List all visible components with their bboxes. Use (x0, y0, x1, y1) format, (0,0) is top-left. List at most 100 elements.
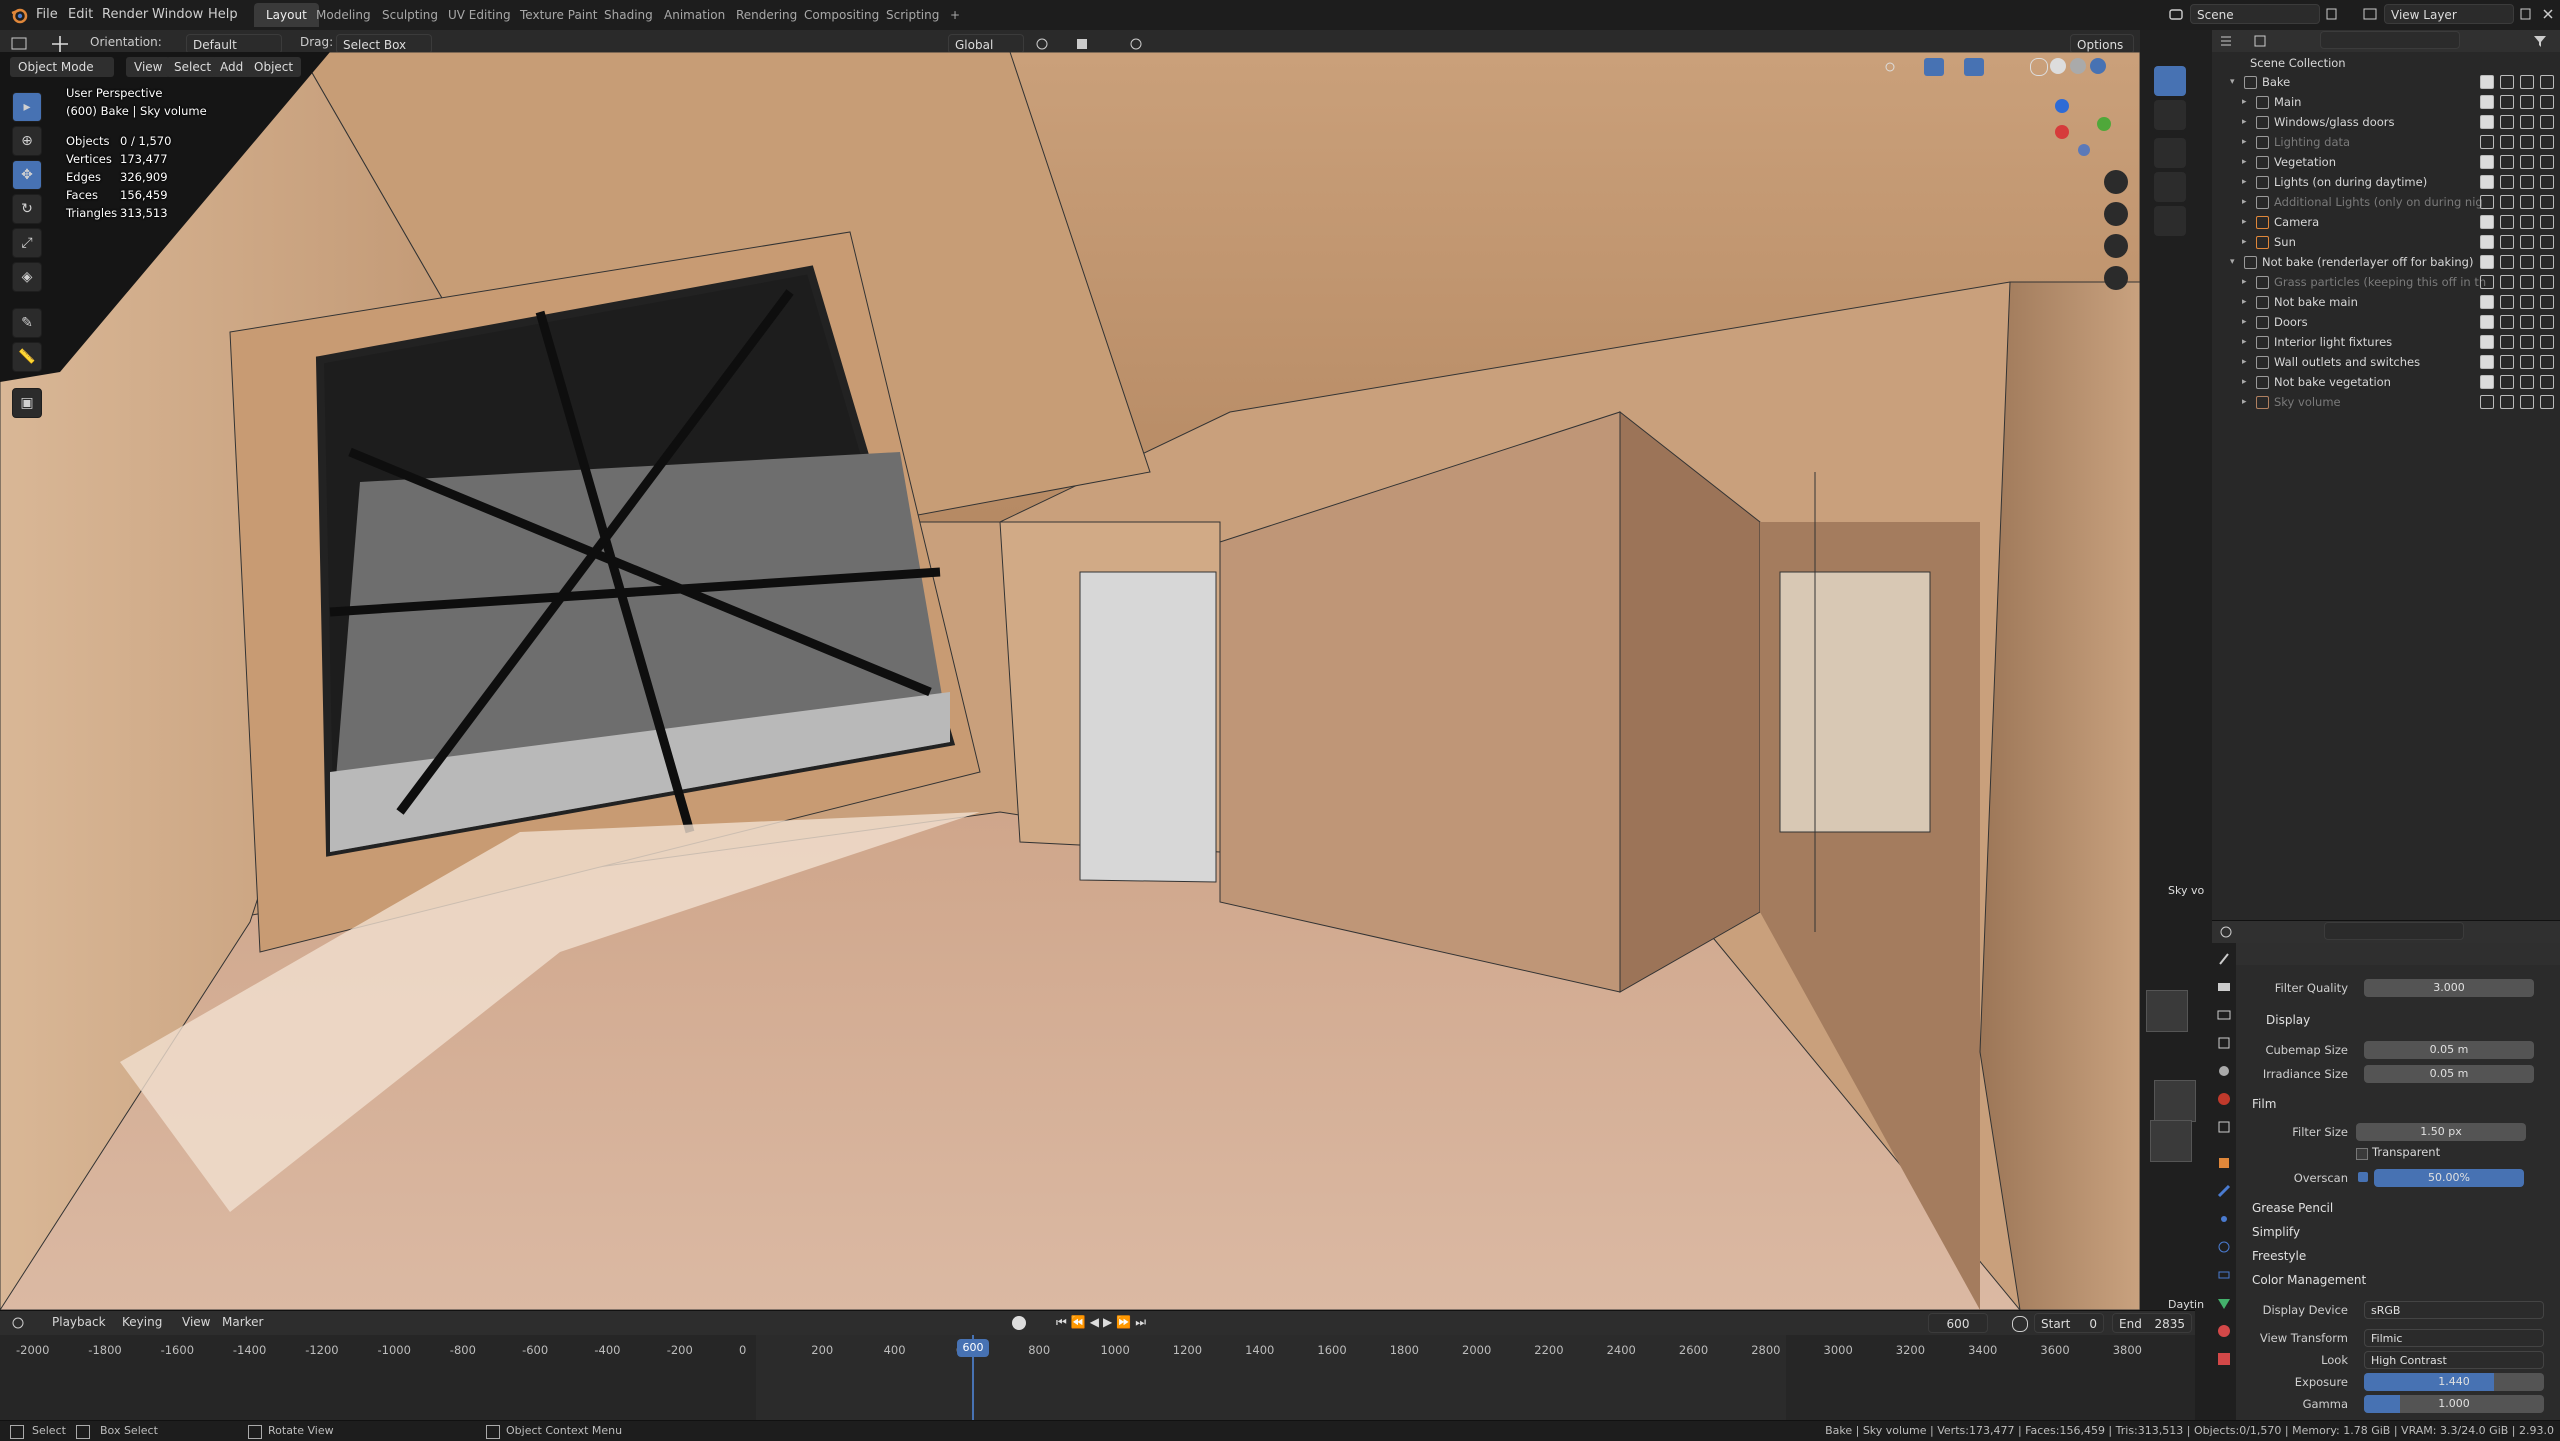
view-layer-selector[interactable]: View Layer (2384, 4, 2514, 24)
eye-icon[interactable] (2500, 75, 2514, 89)
view-transform-dropdown[interactable]: Filmic (2364, 1329, 2544, 1347)
monitor-icon[interactable] (2520, 155, 2534, 169)
eye-icon[interactable] (2500, 355, 2514, 369)
monitor-icon[interactable] (2520, 175, 2534, 189)
play-reverse-icon[interactable]: ◀ (1090, 1315, 1103, 1329)
snap-icon[interactable] (1074, 36, 1090, 52)
exclude-checkbox-icon[interactable] (2480, 195, 2494, 209)
monitor-icon[interactable] (2520, 395, 2534, 409)
camera-view-icon[interactable] (2104, 234, 2128, 258)
monitor-icon[interactable] (2520, 135, 2534, 149)
irradiance-size-field[interactable]: 0.05 m (2364, 1065, 2534, 1083)
expand-toggle-icon[interactable]: ▸ (2242, 352, 2247, 372)
navigation-gizmo[interactable] (2048, 88, 2118, 158)
outliner-row[interactable]: ▾ Not bake (renderlayer off for baking) (2212, 252, 2560, 272)
camera-render-icon[interactable] (2540, 315, 2554, 329)
transparent-checkbox[interactable] (2356, 1148, 2368, 1160)
monitor-icon[interactable] (2520, 115, 2534, 129)
outliner-row[interactable]: ▸ Sky volume (2212, 392, 2560, 412)
monitor-icon[interactable] (2520, 275, 2534, 289)
transform-orientation-dropdown[interactable]: Global (948, 34, 1024, 54)
material-tab-icon[interactable] (2216, 1323, 2232, 1339)
exclude-checkbox-icon[interactable] (2480, 395, 2494, 409)
display-mode-icon[interactable] (2252, 33, 2268, 49)
playhead-frame-badge[interactable]: 600 (957, 1339, 989, 1357)
preview-range-icon[interactable] (2012, 1316, 2028, 1332)
exclude-checkbox-icon[interactable] (2480, 255, 2494, 269)
editor-type-icon[interactable] (10, 35, 32, 53)
eye-icon[interactable] (2500, 275, 2514, 289)
timeline-view-menu[interactable]: View (182, 1315, 210, 1329)
monitor-icon[interactable] (2520, 255, 2534, 269)
scale-tool-icon[interactable]: ⤢ (12, 228, 42, 258)
expand-toggle-icon[interactable]: ▸ (2242, 292, 2247, 312)
jump-start-icon[interactable]: ⏮ (1056, 1315, 1071, 1329)
jump-end-icon[interactable]: ⏭ (1135, 1315, 1150, 1329)
node-thumbnail[interactable] (2150, 1120, 2192, 1162)
eye-icon[interactable] (2500, 175, 2514, 189)
overscan-checkbox[interactable] (2358, 1172, 2368, 1182)
film-section-header[interactable]: Film (2252, 1097, 2276, 1111)
object-mode-dropdown[interactable]: Object Mode (10, 57, 114, 77)
cubemap-size-field[interactable]: 0.05 m (2364, 1041, 2534, 1059)
remove-view-layer-icon[interactable] (2540, 6, 2556, 22)
eye-icon[interactable] (2500, 375, 2514, 389)
output-tab-icon[interactable] (2216, 1007, 2232, 1023)
expand-toggle-icon[interactable]: ▾ (2230, 252, 2235, 272)
eye-icon[interactable] (2500, 215, 2514, 229)
expand-toggle-icon[interactable]: ▸ (2242, 332, 2247, 352)
eye-icon[interactable] (2500, 115, 2514, 129)
monitor-icon[interactable] (2520, 295, 2534, 309)
properties-search-input[interactable] (2324, 922, 2464, 940)
expand-toggle-icon[interactable]: ▸ (2242, 92, 2247, 112)
expand-toggle-icon[interactable]: ▸ (2242, 272, 2247, 292)
side-move-tool-icon[interactable] (2154, 138, 2186, 168)
gizmo-toggle-icon[interactable] (1924, 58, 1944, 76)
world-tab-icon[interactable] (2216, 1091, 2232, 1107)
scene-tab-icon[interactable] (2216, 1063, 2232, 1079)
expand-toggle-icon[interactable]: ▸ (2242, 192, 2247, 212)
outliner-row[interactable]: ▸ Grass particles (keeping this off in th (2212, 272, 2560, 292)
outliner-row[interactable]: ▸ Not bake vegetation (2212, 372, 2560, 392)
exclude-checkbox-icon[interactable] (2480, 115, 2494, 129)
camera-render-icon[interactable] (2540, 135, 2554, 149)
copy-view-layer-icon[interactable] (2518, 6, 2534, 22)
view-layer-tab-icon[interactable] (2216, 1035, 2232, 1051)
camera-render-icon[interactable] (2540, 175, 2554, 189)
outliner-row[interactable]: ▸ Not bake main (2212, 292, 2560, 312)
prev-key-icon[interactable]: ⏪ (1071, 1315, 1090, 1329)
scene-collection-label[interactable]: Scene Collection (2250, 56, 2346, 70)
eye-icon[interactable] (2500, 295, 2514, 309)
record-icon[interactable] (1012, 1316, 1026, 1330)
playback-menu[interactable]: Playback (52, 1315, 106, 1329)
exclude-checkbox-icon[interactable] (2480, 315, 2494, 329)
camera-render-icon[interactable] (2540, 95, 2554, 109)
scene-selector[interactable]: Scene (2190, 4, 2320, 24)
exclude-checkbox-icon[interactable] (2480, 155, 2494, 169)
expand-toggle-icon[interactable]: ▸ (2242, 312, 2247, 332)
filter-icon[interactable] (2532, 33, 2548, 49)
side-select-tool-icon[interactable] (2154, 66, 2186, 96)
eye-icon[interactable] (2500, 255, 2514, 269)
timeline-ruler[interactable]: -2000 -1800 -1600 -1400 -1200 -1000 -800 -600 -4… (0, 1335, 2195, 1421)
overlay-toggle-icon[interactable] (1964, 58, 1984, 76)
expand-toggle-icon[interactable]: ▸ (2242, 232, 2247, 252)
eye-icon[interactable] (2500, 315, 2514, 329)
monitor-icon[interactable] (2520, 195, 2534, 209)
monitor-icon[interactable] (2520, 95, 2534, 109)
display-section-header[interactable]: Display (2266, 1013, 2310, 1027)
camera-render-icon[interactable] (2540, 195, 2554, 209)
end-frame-field[interactable]: End 2835 (2112, 1313, 2192, 1333)
eye-icon[interactable] (2500, 135, 2514, 149)
proportional-editing-icon[interactable] (1128, 36, 1144, 52)
exclude-checkbox-icon[interactable] (2480, 275, 2494, 289)
zoom-icon[interactable] (2104, 170, 2128, 194)
outliner-row[interactable]: ▸ Main (2212, 92, 2560, 112)
eye-icon[interactable] (2500, 395, 2514, 409)
move-tool-icon[interactable] (50, 34, 70, 54)
menu-help[interactable]: Help (208, 0, 238, 30)
current-frame-field[interactable]: 600 (1928, 1313, 1988, 1333)
cursor-tool-icon[interactable]: ⊕ (12, 126, 42, 156)
monitor-icon[interactable] (2520, 75, 2534, 89)
monitor-icon[interactable] (2520, 315, 2534, 329)
